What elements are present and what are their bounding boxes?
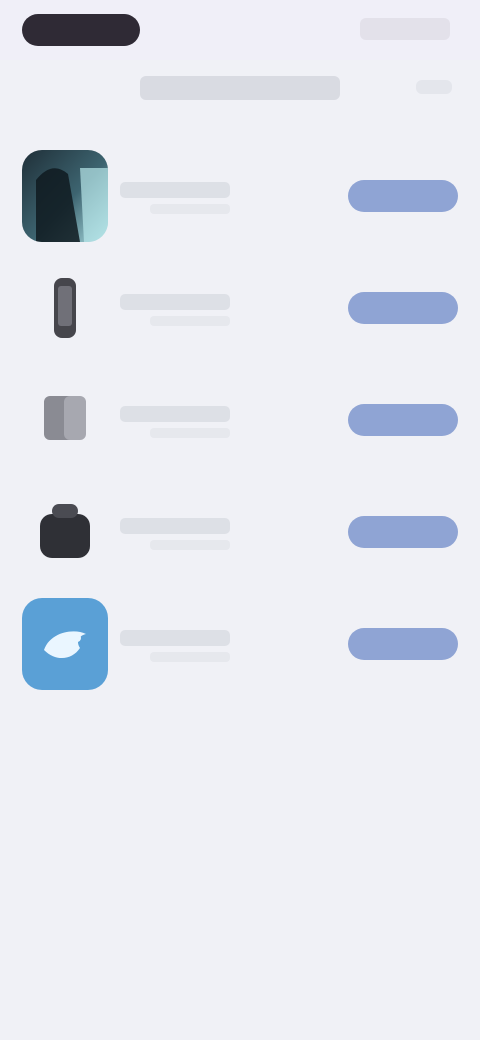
list-item[interactable] [0, 588, 480, 700]
bag-app-icon[interactable] [22, 486, 108, 578]
app-name [120, 182, 230, 198]
portrait-icon [22, 150, 108, 242]
app-subtitle [150, 204, 230, 214]
nav-bar [0, 60, 480, 116]
get-button[interactable] [348, 180, 458, 212]
bird-icon [22, 598, 108, 690]
header-action[interactable] [416, 80, 452, 94]
app-name [120, 294, 230, 310]
phone-app-icon[interactable] [22, 262, 108, 354]
portrait-app-icon[interactable] [22, 150, 108, 242]
phone-icon [22, 262, 108, 354]
get-button[interactable] [348, 628, 458, 660]
page-title [140, 76, 340, 100]
get-button[interactable] [348, 292, 458, 324]
list-item[interactable] [0, 364, 480, 476]
app-name [120, 630, 230, 646]
app-subtitle [150, 428, 230, 438]
app-subtitle [150, 652, 230, 662]
get-button[interactable] [348, 404, 458, 436]
bird-app-icon[interactable] [22, 598, 108, 690]
bag-icon [22, 486, 108, 578]
app-name [120, 518, 230, 534]
list-item[interactable] [0, 476, 480, 588]
cube-icon [22, 374, 108, 466]
app-subtitle [150, 316, 230, 326]
cube-app-icon[interactable] [22, 374, 108, 466]
list-item[interactable] [0, 252, 480, 364]
app-name [120, 406, 230, 422]
status-icons [360, 18, 450, 40]
time-pill [22, 14, 140, 46]
app-subtitle [150, 540, 230, 550]
get-button[interactable] [348, 516, 458, 548]
app-list [0, 140, 480, 700]
status-bar [0, 0, 480, 60]
list-item[interactable] [0, 140, 480, 252]
